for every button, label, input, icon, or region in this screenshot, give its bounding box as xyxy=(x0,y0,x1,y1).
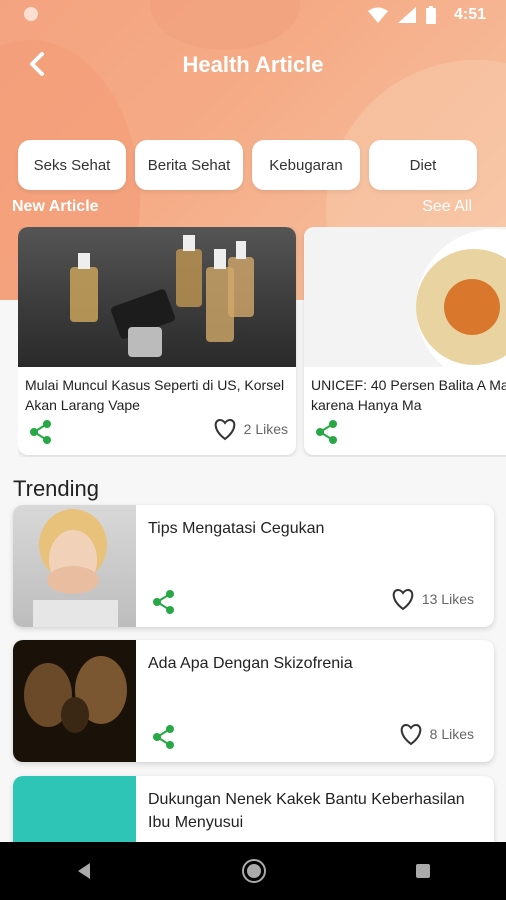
article-card[interactable]: UNICEF: 40 Persen Balita A Malnutrisi ka… xyxy=(304,227,506,455)
share-icon[interactable] xyxy=(151,724,177,750)
app-bar: Health Article xyxy=(0,40,506,90)
system-navigation-bar xyxy=(0,842,506,900)
article-image-vape xyxy=(18,227,296,367)
share-icon[interactable] xyxy=(314,419,340,445)
category-chip-seks-sehat[interactable]: Seks Sehat xyxy=(18,140,126,190)
nav-back-icon[interactable] xyxy=(74,861,94,881)
trending-card[interactable]: Tips Mengatasi Cegukan 13 Likes xyxy=(13,505,494,627)
article-title: Mulai Muncul Kasus Seperti di US, Korsel… xyxy=(25,377,285,413)
status-time: 4:51 xyxy=(453,6,486,23)
trending-card[interactable]: Ada Apa Dengan Skizofrenia 8 Likes xyxy=(13,640,494,762)
new-article-heading: New Article xyxy=(12,198,99,215)
nav-recents-icon[interactable] xyxy=(414,862,432,880)
notification-icon xyxy=(24,7,38,21)
share-icon[interactable] xyxy=(151,589,177,615)
status-bar: 4:51 xyxy=(0,0,506,30)
trending-title: Dukungan Nenek Kakek Bantu Keberhasilan … xyxy=(148,791,465,831)
new-article-carousel[interactable]: Mulai Muncul Kasus Seperti di US, Korsel… xyxy=(18,227,506,457)
article-image-noodles xyxy=(304,227,506,367)
signal-icon xyxy=(398,7,416,23)
likes-label: 8 Likes xyxy=(429,726,474,742)
battery-icon xyxy=(426,6,436,24)
heart-icon[interactable] xyxy=(398,722,424,746)
trending-image-schizophrenia xyxy=(13,640,136,762)
category-chip-diet[interactable]: Diet xyxy=(369,140,477,190)
article-title: UNICEF: 40 Persen Balita A Malnutrisi ka… xyxy=(311,377,506,413)
likes-label: 13 Likes xyxy=(421,591,474,607)
trending-title: Ada Apa Dengan Skizofrenia xyxy=(148,655,353,672)
see-all-link[interactable]: See All xyxy=(422,198,472,216)
wifi-icon xyxy=(368,7,388,23)
likes-count: 8 Likes xyxy=(398,722,474,746)
likes-label: 2 Likes xyxy=(243,421,288,437)
category-chip-kebugaran[interactable]: Kebugaran xyxy=(252,140,360,190)
trending-heading: Trending xyxy=(13,476,100,501)
trending-title: Tips Mengatasi Cegukan xyxy=(148,520,325,537)
likes-count: 2 Likes xyxy=(212,417,288,441)
article-card[interactable]: Mulai Muncul Kasus Seperti di US, Korsel… xyxy=(18,227,296,455)
heart-icon[interactable] xyxy=(390,587,416,611)
nav-home-icon[interactable] xyxy=(241,858,267,884)
category-chip-berita-sehat[interactable]: Berita Sehat xyxy=(135,140,243,190)
trending-image-hiccup xyxy=(13,505,136,627)
page-title: Health Article xyxy=(182,52,324,77)
share-icon[interactable] xyxy=(28,419,54,445)
likes-count: 13 Likes xyxy=(390,587,474,611)
category-chips: Seks Sehat Berita Sehat Kebugaran Diet xyxy=(18,140,477,190)
heart-icon[interactable] xyxy=(212,417,238,441)
